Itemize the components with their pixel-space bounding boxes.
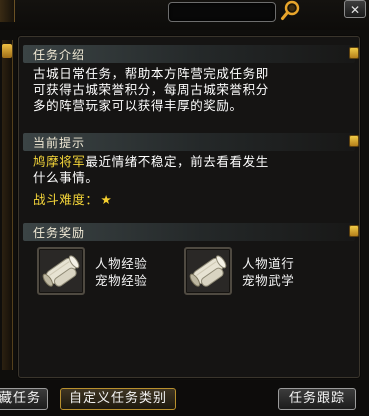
hint-line: 什么事情。: [33, 170, 99, 185]
hint-text: 鸠摩将军最近情绪不稳定，前去看看发生 什么事情。: [33, 154, 333, 186]
intro-text: 古城日常任务，帮助本方阵营完成任务即 可获得古城荣誉积分，每周古城荣誉积分 多的…: [33, 66, 333, 114]
rewards-section-header: 任务奖励: [23, 223, 359, 241]
intro-line: 古城日常任务，帮助本方阵营完成任务即: [33, 66, 269, 81]
npc-name-link[interactable]: 鸠摩将军: [33, 154, 85, 169]
hint-section-title: 当前提示: [33, 136, 86, 150]
window-left-edge: [0, 0, 15, 22]
custom-quest-category-button[interactable]: 自定义任务类别: [60, 388, 176, 410]
close-button[interactable]: ✕: [344, 0, 366, 18]
intro-line: 可获得古城荣誉积分，每周古城荣誉积分: [33, 82, 269, 97]
search-input[interactable]: [168, 2, 276, 22]
reward-line: 人物道行: [242, 256, 295, 271]
star-icon: ★: [100, 192, 113, 207]
scroll-icon[interactable]: [37, 247, 85, 295]
scroll-icon[interactable]: [184, 247, 232, 295]
intro-line: 多的阵营玩家可以获得丰厚的奖励。: [33, 98, 243, 113]
intro-section-header: 任务介绍: [23, 45, 359, 63]
hint-section-header: 当前提示: [23, 133, 359, 151]
reward-item[interactable]: 人物道行 宠物武学: [184, 247, 334, 301]
quest-detail-panel: 任务介绍 古城日常任务，帮助本方阵营完成任务即 可获得古城荣誉积分，每周古城荣誉…: [18, 36, 360, 378]
difficulty-row: 战斗难度： ★: [33, 189, 112, 208]
reward-text: 人物道行 宠物武学: [242, 255, 294, 289]
search-icon[interactable]: [280, 0, 302, 22]
intro-section-title: 任务介绍: [33, 48, 86, 62]
reward-line: 宠物武学: [242, 273, 295, 288]
section-corner-icon: [349, 225, 359, 237]
rewards-section-title: 任务奖励: [33, 226, 86, 240]
hint-line: 最近情绪不稳定，前去看看发生: [85, 154, 269, 169]
scroll-thumb[interactable]: [2, 44, 12, 58]
reward-line: 宠物经验: [95, 273, 148, 288]
quest-track-button[interactable]: 任务跟踪: [278, 388, 356, 410]
hide-quest-button[interactable]: 藏任务: [0, 388, 48, 410]
section-corner-icon: [349, 47, 359, 59]
reward-line: 人物经验: [95, 256, 148, 271]
difficulty-label: 战斗难度：: [33, 192, 99, 207]
reward-item[interactable]: 人物经验 宠物经验: [37, 247, 187, 301]
section-corner-icon: [349, 135, 359, 147]
reward-text: 人物经验 宠物经验: [95, 255, 147, 289]
left-scrollbar[interactable]: [2, 40, 13, 370]
